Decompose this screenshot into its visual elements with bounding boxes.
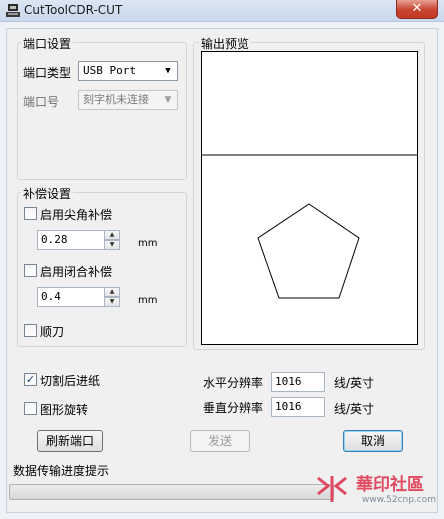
app-icon xyxy=(5,3,21,19)
port-type-value: USB Port xyxy=(83,64,136,77)
progress-label: 数据传输进度提示 xyxy=(13,464,110,478)
checkmark-icon: ✓ xyxy=(25,373,36,386)
spin-up-icon[interactable]: ▲ xyxy=(104,287,120,297)
sharp-corner-spinner[interactable]: ▲ ▼ xyxy=(104,230,120,250)
close-button[interactable]: ✕ xyxy=(396,0,438,19)
sharp-corner-unit: mm xyxy=(138,238,158,249)
close-icon: ✕ xyxy=(411,1,423,16)
rotate-label: 图形旋转 xyxy=(40,403,89,417)
vertical-resolution-label: 垂直分辨率 xyxy=(203,401,264,415)
horizontal-resolution-input[interactable]: 1016 xyxy=(271,372,325,392)
port-no-value: 刻字机未连接 xyxy=(83,93,149,106)
port-type-label: 端口类型 xyxy=(23,66,72,80)
closed-compensation-label: 启用闭合补偿 xyxy=(40,265,113,279)
closed-compensation-checkbox[interactable] xyxy=(24,264,37,277)
feed-after-cut-label: 切割后进纸 xyxy=(40,374,101,388)
spin-down-icon[interactable]: ▼ xyxy=(104,240,120,250)
progress-bar xyxy=(9,484,334,500)
rotate-checkbox[interactable] xyxy=(24,402,37,415)
compensation-title: 补偿设置 xyxy=(21,185,74,202)
port-no-select[interactable]: 刻字机未连接 ▼ xyxy=(78,90,178,110)
preview-canvas[interactable] xyxy=(201,51,418,345)
sharp-corner-label: 启用尖角补偿 xyxy=(40,208,113,222)
knife-label: 顺刀 xyxy=(40,325,65,339)
vertical-resolution-unit: 线/英寸 xyxy=(334,402,375,416)
chevron-down-icon: ▼ xyxy=(164,95,172,105)
horizontal-resolution-label: 水平分辨率 xyxy=(203,376,264,390)
vertical-resolution-input[interactable]: 1016 xyxy=(271,397,325,417)
spin-down-icon[interactable]: ▼ xyxy=(104,297,120,307)
window-title: CutToolCDR-CUT xyxy=(24,3,123,17)
port-settings-title: 端口设置 xyxy=(21,35,74,52)
closed-compensation-unit: mm xyxy=(138,295,158,306)
watermark-url: www.52cnp.com xyxy=(362,495,437,505)
feed-after-cut-checkbox[interactable]: ✓ xyxy=(24,373,37,386)
cancel-button[interactable]: 取消 xyxy=(343,430,403,452)
watermark-text: 華印社區 xyxy=(356,475,424,495)
port-no-label: 端口号 xyxy=(23,95,60,109)
horizontal-resolution-unit: 线/英寸 xyxy=(334,376,375,390)
refresh-port-button[interactable]: 刷新端口 xyxy=(37,430,103,452)
knife-checkbox[interactable] xyxy=(24,324,37,337)
spin-up-icon[interactable]: ▲ xyxy=(104,230,120,240)
preview-title: 输出预览 xyxy=(199,35,252,52)
closed-compensation-spinner[interactable]: ▲ ▼ xyxy=(104,287,120,307)
send-button[interactable]: 发送 xyxy=(190,430,250,452)
sharp-corner-checkbox[interactable] xyxy=(24,207,37,220)
pentagon-shape xyxy=(257,203,360,299)
chevron-down-icon: ▼ xyxy=(165,66,171,76)
port-type-select[interactable]: USB Port ▼ xyxy=(78,61,178,81)
